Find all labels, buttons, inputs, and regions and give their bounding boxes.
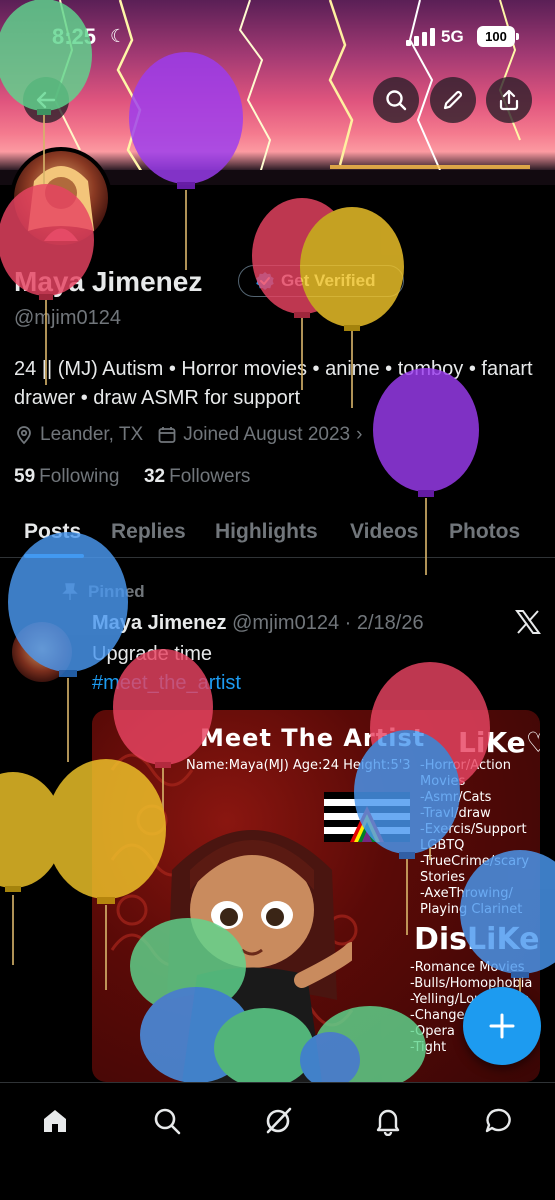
search-icon xyxy=(386,90,407,111)
bottom-navigation xyxy=(0,1082,555,1200)
get-verified-button[interactable]: Get Verified xyxy=(238,265,404,297)
chibi-character-illustration xyxy=(167,830,352,1082)
edit-button[interactable] xyxy=(430,77,476,123)
post-date: · 2/18/26 xyxy=(344,612,424,634)
x-logo-icon[interactable] xyxy=(515,610,541,634)
battery-icon: 100 xyxy=(477,26,519,47)
post-author-handle: @mjim0124 xyxy=(232,612,340,634)
tab-videos[interactable]: Videos xyxy=(350,520,418,544)
profile-meta: Leander, TX Joined August 2023 › xyxy=(14,424,376,446)
status-time: 8:25 xyxy=(52,24,97,49)
avatar-illustration xyxy=(28,166,94,241)
tab-highlights[interactable]: Highlights xyxy=(215,520,318,544)
moon-icon: ☾ xyxy=(110,26,127,46)
following-link[interactable]: 59 Following xyxy=(14,466,119,487)
location-pin-icon xyxy=(17,426,31,445)
nav-notifications[interactable] xyxy=(368,1101,408,1141)
grok-icon xyxy=(266,1107,292,1134)
followers-link[interactable]: 32 Followers xyxy=(144,466,250,487)
back-button[interactable] xyxy=(23,77,69,123)
tab-photos[interactable]: Photos xyxy=(449,520,520,544)
nav-explore[interactable] xyxy=(147,1101,187,1141)
plus-icon xyxy=(489,1013,515,1039)
arrow-left-icon xyxy=(36,91,56,109)
nav-home[interactable] xyxy=(35,1101,75,1141)
nav-grok[interactable] xyxy=(258,1101,298,1141)
active-tab-indicator xyxy=(24,554,84,558)
share-button[interactable] xyxy=(486,77,532,123)
share-icon xyxy=(499,89,519,111)
post-author-name[interactable]: Maya Jimenez xyxy=(92,612,227,634)
profile-location: Leander, TX xyxy=(40,424,144,445)
post-hashtag[interactable]: #meet_the_artist xyxy=(92,672,241,695)
chat-bubble-icon xyxy=(485,1108,511,1133)
follow-counts: 59 Following 32 Followers xyxy=(14,466,250,488)
nav-messages[interactable] xyxy=(478,1101,518,1141)
pinned-label: Pinned xyxy=(88,582,145,601)
pencil-icon xyxy=(443,90,463,110)
compose-post-button[interactable] xyxy=(463,987,541,1065)
profile-name: Maya Jimenez xyxy=(14,266,203,297)
artwork-likes-list: -Horror/Action Movies -Asmr/Cats -Travl/dr… xyxy=(420,758,530,917)
post-header: Maya Jimenez @mjim0124 · 2/18/26 xyxy=(92,612,424,635)
pinned-indicator: Pinned xyxy=(62,582,145,602)
artwork-info: Name:Maya(MJ) Age:24 Height:5'3 xyxy=(186,758,411,773)
artwork-dislike-heading: DisLiKe♡ xyxy=(414,922,540,957)
artwork-like-heading: LiKe♡ xyxy=(458,726,540,759)
bell-icon xyxy=(376,1109,400,1136)
signal-icon xyxy=(406,28,435,46)
post-author-avatar[interactable] xyxy=(12,622,72,682)
tab-replies[interactable]: Replies xyxy=(111,520,186,544)
home-icon xyxy=(44,1110,66,1132)
profile-avatar[interactable] xyxy=(10,147,112,249)
post-text: Upgrade time xyxy=(92,643,213,665)
calendar-icon xyxy=(158,427,176,443)
profile-bio: 24 || (MJ) Autism • Horror movies • anim… xyxy=(14,358,533,409)
profile-joined: Joined August 2023 xyxy=(183,424,351,445)
network-type: 5G xyxy=(441,27,464,46)
chevron-right-icon: › xyxy=(356,424,363,445)
status-bar: 8:25 ☾ 5G 100 xyxy=(0,0,555,70)
artwork-title: Meet The Artist xyxy=(200,724,426,752)
search-icon xyxy=(154,1108,181,1135)
search-button[interactable] xyxy=(373,77,419,123)
get-verified-label: Get Verified xyxy=(281,271,376,290)
tab-posts[interactable]: Posts xyxy=(24,520,81,544)
profile-handle: @mjim0124 xyxy=(14,307,122,329)
pin-icon xyxy=(62,583,78,600)
verified-badge-icon xyxy=(256,272,274,290)
profile-tabs: Posts Replies Highlights Videos Photos xyxy=(0,508,555,558)
